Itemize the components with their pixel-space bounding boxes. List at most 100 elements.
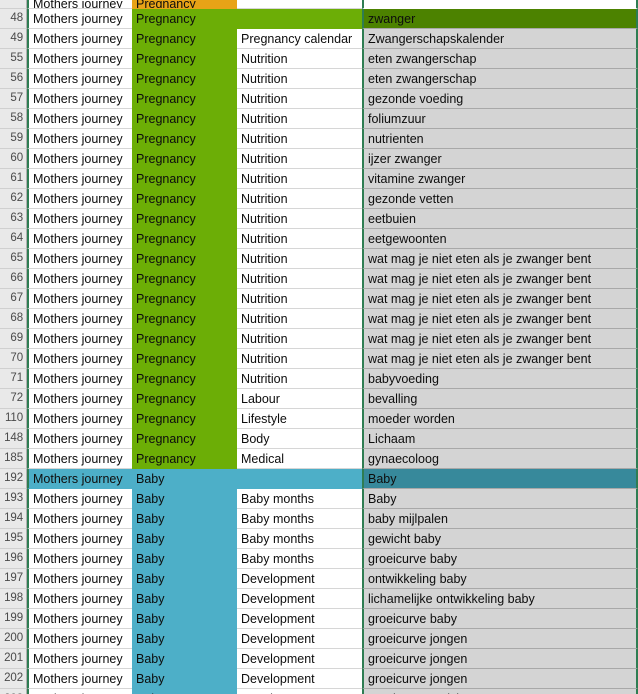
cell-keyword[interactable]: groeicurve meisjes <box>362 689 638 694</box>
table-row[interactable]: 194 Mothers journey Baby Baby months baby mi… <box>0 509 638 529</box>
cell-subcategory[interactable]: Nutrition <box>237 109 362 129</box>
table-row[interactable]: Mothers journey Pregnancy <box>0 0 638 9</box>
cell-keyword[interactable]: zwanger <box>362 9 638 29</box>
table-row[interactable]: 67 Mothers journey Pregnancy Nutrition wat m… <box>0 289 638 309</box>
cell-subcategory[interactable]: Nutrition <box>237 69 362 89</box>
cell-category[interactable]: Pregnancy <box>132 169 237 189</box>
cell-category[interactable]: Pregnancy <box>132 249 237 269</box>
cell-journey[interactable]: Mothers journey <box>27 249 132 269</box>
table-row[interactable]: 72 Mothers journey Pregnancy Labour bevallin… <box>0 389 638 409</box>
row-number-header[interactable]: 67 <box>0 289 27 309</box>
cell-journey[interactable]: Mothers journey <box>27 29 132 49</box>
cell-category[interactable]: Pregnancy <box>132 369 237 389</box>
cell-journey[interactable]: Mothers journey <box>27 449 132 469</box>
table-row[interactable]: 201 Mothers journey Baby Development groeicu… <box>0 649 638 669</box>
row-number-header[interactable]: 69 <box>0 329 27 349</box>
cell-category[interactable]: Baby <box>132 469 237 489</box>
row-number-header[interactable]: 201 <box>0 649 27 669</box>
cell-keyword[interactable]: groeicurve jongen <box>362 669 638 689</box>
cell-journey[interactable]: Mothers journey <box>27 529 132 549</box>
cell-keyword[interactable]: groeicurve jongen <box>362 629 638 649</box>
cell-journey[interactable]: Mothers journey <box>27 149 132 169</box>
table-row[interactable]: 49 Mothers journey Pregnancy Pregnancy cale… <box>0 29 638 49</box>
cell-category[interactable]: Pregnancy <box>132 189 237 209</box>
cell-subcategory[interactable]: Labour <box>237 389 362 409</box>
cell-category[interactable]: Baby <box>132 529 237 549</box>
cell-journey[interactable]: Mothers journey <box>27 189 132 209</box>
cell-keyword[interactable]: babyvoeding <box>362 369 638 389</box>
cell-subcategory[interactable]: Nutrition <box>237 49 362 69</box>
spreadsheet-grid[interactable]: Mothers journey Pregnancy 48 Mothers journe… <box>0 0 638 694</box>
cell-journey[interactable]: Mothers journey <box>27 229 132 249</box>
row-number-header[interactable]: 194 <box>0 509 27 529</box>
row-number-header[interactable]: 58 <box>0 109 27 129</box>
cell-category[interactable]: Baby <box>132 589 237 609</box>
cell-category[interactable]: Baby <box>132 569 237 589</box>
cell-subcategory[interactable]: Nutrition <box>237 369 362 389</box>
cell-category[interactable]: Baby <box>132 669 237 689</box>
cell-journey[interactable]: Mothers journey <box>27 669 132 689</box>
row-number-header[interactable]: 49 <box>0 29 27 49</box>
cell-category[interactable]: Pregnancy <box>132 9 237 29</box>
cell-category[interactable]: Pregnancy <box>132 349 237 369</box>
cell-journey[interactable]: Mothers journey <box>27 209 132 229</box>
cell-keyword[interactable]: lichamelijke ontwikkeling baby <box>362 589 638 609</box>
row-number-header[interactable]: 202 <box>0 669 27 689</box>
cell-journey[interactable]: Mothers journey <box>27 69 132 89</box>
cell-subcategory[interactable]: Nutrition <box>237 149 362 169</box>
table-row[interactable]: 63 Mothers journey Pregnancy Nutrition eetbu… <box>0 209 638 229</box>
cell-keyword[interactable]: gezonde voeding <box>362 89 638 109</box>
cell-journey[interactable]: Mothers journey <box>27 649 132 669</box>
cell-category[interactable]: Pregnancy <box>132 0 237 9</box>
cell-subcategory[interactable]: Nutrition <box>237 89 362 109</box>
cell-keyword[interactable]: groeicurve baby <box>362 609 638 629</box>
cell-subcategory[interactable]: Development <box>237 649 362 669</box>
cell-journey[interactable]: Mothers journey <box>27 549 132 569</box>
cell-category[interactable]: Pregnancy <box>132 289 237 309</box>
cell-journey[interactable]: Mothers journey <box>27 689 132 694</box>
table-row[interactable]: 203Mothers journeyBabyDevelopmentgroeicu… <box>0 689 638 694</box>
cell-journey[interactable]: Mothers journey <box>27 489 132 509</box>
cell-subcategory[interactable]: Nutrition <box>237 189 362 209</box>
table-row[interactable]: 69 Mothers journey Pregnancy Nutrition wat m… <box>0 329 638 349</box>
cell-journey[interactable]: Mothers journey <box>27 9 132 29</box>
table-row[interactable]: 57 Mothers journey Pregnancy Nutrition gezon… <box>0 89 638 109</box>
cell-subcategory[interactable]: Development <box>237 569 362 589</box>
table-row[interactable]: 70 Mothers journey Pregnancy Nutrition wat m… <box>0 349 638 369</box>
cell-subcategory[interactable]: Medical <box>237 449 362 469</box>
row-number-header[interactable]: 185 <box>0 449 27 469</box>
cell-subcategory[interactable]: Lifestyle <box>237 409 362 429</box>
cell-keyword[interactable]: nutrienten <box>362 129 638 149</box>
cell-journey[interactable]: Mothers journey <box>27 109 132 129</box>
row-number-header[interactable]: 64 <box>0 229 27 249</box>
row-number-header[interactable]: 57 <box>0 89 27 109</box>
cell-journey[interactable]: Mothers journey <box>27 389 132 409</box>
row-number-header[interactable]: 62 <box>0 189 27 209</box>
cell-keyword[interactable] <box>362 0 638 9</box>
cell-keyword[interactable]: foliumzuur <box>362 109 638 129</box>
cell-keyword[interactable]: ijzer zwanger <box>362 149 638 169</box>
row-number-header[interactable]: 63 <box>0 209 27 229</box>
row-number-header[interactable]: 72 <box>0 389 27 409</box>
row-number-header[interactable]: 195 <box>0 529 27 549</box>
cell-category[interactable]: Baby <box>132 509 237 529</box>
cell-subcategory[interactable]: Nutrition <box>237 129 362 149</box>
cell-category[interactable]: Pregnancy <box>132 29 237 49</box>
cell-subcategory[interactable]: Development <box>237 669 362 689</box>
cell-category[interactable]: Pregnancy <box>132 49 237 69</box>
cell-category[interactable]: Pregnancy <box>132 129 237 149</box>
cell-category[interactable]: Pregnancy <box>132 69 237 89</box>
cell-category[interactable]: Pregnancy <box>132 329 237 349</box>
cell-subcategory[interactable]: Pregnancy calendar <box>237 29 362 49</box>
cell-journey[interactable]: Mothers journey <box>27 309 132 329</box>
cell-subcategory[interactable]: Body <box>237 429 362 449</box>
cell-keyword[interactable]: eetbuien <box>362 209 638 229</box>
cell-keyword[interactable]: wat mag je niet eten als je zwanger bent <box>362 269 638 289</box>
table-row[interactable]: 59 Mothers journey Pregnancy Nutrition nutri… <box>0 129 638 149</box>
table-row[interactable]: 62 Mothers journey Pregnancy Nutrition gezon… <box>0 189 638 209</box>
row-number-header[interactable]: 197 <box>0 569 27 589</box>
table-row[interactable]: 58 Mothers journey Pregnancy Nutrition foliu… <box>0 109 638 129</box>
cell-subcategory[interactable]: Nutrition <box>237 269 362 289</box>
table-row[interactable]: 110 Mothers journey Pregnancy Lifestyle moed… <box>0 409 638 429</box>
table-row[interactable]: 56 Mothers journey Pregnancy Nutrition eten … <box>0 69 638 89</box>
